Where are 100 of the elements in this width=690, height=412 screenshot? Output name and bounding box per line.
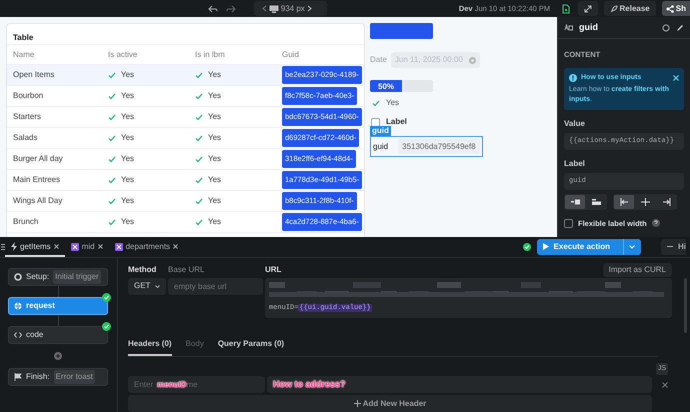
check-icon bbox=[108, 72, 116, 78]
execute-action-button[interactable]: Execute action bbox=[536, 238, 641, 255]
query-icon bbox=[70, 242, 79, 251]
close-icon[interactable] bbox=[662, 382, 668, 388]
text-input[interactable]: 351306da795549ef8 bbox=[398, 139, 480, 154]
table-cell: Yes bbox=[121, 174, 134, 186]
request-tab[interactable]: Query Params (0) bbox=[218, 338, 284, 356]
query-tab[interactable]: mid bbox=[64, 237, 109, 256]
play-icon bbox=[542, 243, 549, 250]
table-title: Table bbox=[7, 24, 364, 45]
table-cell: Bourbon bbox=[13, 91, 44, 100]
success-icon bbox=[522, 242, 531, 251]
label-align-button[interactable] bbox=[614, 194, 634, 209]
table-cell: Yes bbox=[121, 132, 134, 144]
checkbox[interactable] bbox=[371, 118, 380, 126]
lightning-icon bbox=[11, 242, 17, 252]
date-label: Date bbox=[370, 54, 387, 66]
scrollbar[interactable] bbox=[684, 278, 687, 332]
close-icon[interactable] bbox=[54, 244, 59, 250]
check-icon bbox=[108, 156, 116, 162]
table-cell: Yes bbox=[121, 216, 134, 228]
chevron-right-icon bbox=[306, 5, 312, 12]
redo-icon[interactable] bbox=[226, 4, 236, 12]
undo-icon[interactable] bbox=[208, 4, 218, 12]
table-cell: Yes bbox=[121, 195, 134, 207]
placeholder-text: Enter bbox=[134, 378, 154, 390]
add-step-icon[interactable] bbox=[54, 352, 62, 360]
table-cell: Yes bbox=[121, 111, 134, 123]
table-cell: Salads bbox=[13, 133, 38, 142]
table-cell: Yes bbox=[208, 90, 222, 102]
history-button[interactable]: Hi bbox=[661, 238, 686, 255]
check-icon bbox=[195, 198, 203, 204]
check-icon bbox=[108, 114, 116, 120]
input-label: guid bbox=[373, 140, 388, 152]
column-header: Name bbox=[13, 48, 36, 60]
chevron-down-icon bbox=[155, 284, 160, 288]
check-icon bbox=[372, 100, 380, 106]
placeholder-text: me bbox=[186, 378, 198, 390]
close-icon[interactable] bbox=[173, 244, 178, 250]
label-left-icon bbox=[570, 198, 580, 205]
method-select[interactable]: GET bbox=[128, 278, 166, 294]
step-tag: Initial trigger bbox=[53, 270, 101, 284]
globe-icon bbox=[14, 302, 22, 310]
close-icon[interactable] bbox=[98, 244, 103, 250]
field-label: Value bbox=[564, 118, 586, 130]
field-label: Label bbox=[564, 158, 586, 170]
step-tag: Error toast bbox=[54, 370, 95, 384]
check-icon bbox=[195, 92, 203, 100]
check-icon bbox=[195, 114, 203, 120]
column-header: Guid bbox=[282, 48, 299, 60]
progress-reading: 50% bbox=[378, 81, 394, 92]
query-tab[interactable]: departments bbox=[108, 237, 184, 256]
label-top-icon bbox=[592, 198, 600, 205]
base-url-field[interactable]: empty base url bbox=[168, 278, 263, 294]
inspector-title: guid bbox=[579, 20, 598, 34]
align-center-icon bbox=[640, 198, 650, 206]
check-icon bbox=[108, 218, 116, 226]
table-cell: Main Entrees bbox=[13, 175, 60, 184]
release-button[interactable]: Release bbox=[604, 1, 656, 16]
header-value-field[interactable]: How to address? bbox=[267, 376, 652, 393]
table-cell: Yes bbox=[208, 111, 222, 123]
share-icon bbox=[666, 4, 674, 12]
check-icon bbox=[195, 176, 203, 184]
chevron-left-icon bbox=[262, 5, 267, 12]
query-tab[interactable]: getItems bbox=[5, 237, 65, 256]
info-icon bbox=[569, 74, 577, 82]
expand-button[interactable] bbox=[578, 1, 598, 16]
column-header: Is in lbm bbox=[195, 48, 226, 60]
table-cell: Yes bbox=[208, 216, 222, 228]
table-cell: Wings All Day bbox=[13, 196, 62, 205]
boolean-text: Yes bbox=[386, 97, 400, 109]
table-cell: Open Items bbox=[13, 70, 54, 79]
add-header-button[interactable]: Add New Header bbox=[128, 395, 652, 412]
checkbox[interactable] bbox=[564, 218, 573, 228]
label-position-button[interactable] bbox=[565, 194, 585, 209]
check-icon bbox=[195, 72, 203, 78]
plus-icon bbox=[354, 400, 361, 407]
edit-icon[interactable] bbox=[676, 24, 684, 32]
flow-step[interactable]: Finish: Error toast bbox=[8, 368, 108, 386]
annotation-text: How to address? bbox=[273, 378, 346, 391]
document-icon bbox=[562, 4, 570, 14]
header-key-field[interactable]: Enter menuIDme bbox=[128, 376, 265, 393]
query-icon bbox=[114, 242, 123, 251]
minus-icon bbox=[667, 246, 673, 248]
import-curl-button[interactable]: Import as CURL bbox=[602, 262, 672, 276]
flow-step[interactable]: Setup: Initial trigger bbox=[8, 268, 108, 286]
help-icon bbox=[652, 219, 660, 228]
check-icon bbox=[195, 218, 203, 226]
device-selector[interactable]: 934 px bbox=[254, 1, 327, 16]
align-left-icon bbox=[620, 198, 628, 206]
checkbox-label: Label bbox=[386, 116, 407, 127]
table-cell: Yes bbox=[121, 69, 134, 81]
check-icon bbox=[108, 176, 116, 184]
request-tab[interactable]: Headers (0) bbox=[128, 338, 172, 356]
selection-tag: guid bbox=[370, 126, 391, 136]
close-icon[interactable] bbox=[673, 75, 679, 82]
check-icon bbox=[195, 134, 203, 142]
check-icon bbox=[108, 134, 116, 142]
share-button[interactable]: Sh bbox=[662, 1, 690, 16]
align-right-icon bbox=[662, 198, 670, 206]
